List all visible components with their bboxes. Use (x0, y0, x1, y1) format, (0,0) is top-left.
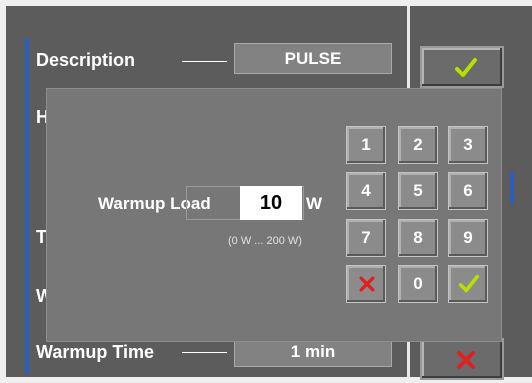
green-check-icon (458, 273, 480, 295)
green-check-icon (454, 56, 478, 80)
frame-border-left (0, 0, 6, 383)
description-leader-line (182, 61, 227, 62)
keypad-key-2[interactable]: 2 (398, 126, 438, 164)
keypad-key-7[interactable]: 7 (346, 219, 386, 257)
warmup-load-range-hint: (0 W ... 200 W) (228, 235, 302, 247)
keypad-key-6[interactable]: 6 (448, 172, 488, 210)
description-value[interactable]: PULSE (234, 43, 392, 74)
keypad-cancel-key[interactable] (346, 265, 386, 303)
warmup-time-leader-line (182, 352, 227, 353)
keypad-key-3[interactable]: 3 (448, 126, 488, 164)
red-x-icon (357, 274, 377, 294)
keypad-ok-key[interactable] (448, 265, 488, 303)
warmup-time-label: Warmup Time (36, 342, 155, 362)
keypad-key-9[interactable]: 9 (448, 219, 488, 257)
frame-border-top (0, 0, 532, 6)
keypad-key-5[interactable]: 5 (398, 172, 438, 210)
cancel-button[interactable] (420, 338, 504, 380)
settings-accent-bar (25, 38, 29, 374)
keypad-key-1[interactable]: 1 (346, 126, 386, 164)
warmup-load-unit: W (306, 194, 323, 213)
keypad-key-0[interactable]: 0 (398, 265, 438, 303)
warmup-load-input[interactable]: 10 (240, 186, 302, 220)
description-label: Description (36, 50, 136, 70)
side-accent-bar (510, 172, 514, 204)
confirm-button[interactable] (420, 46, 504, 88)
keypad-key-4[interactable]: 4 (346, 172, 386, 210)
keypad-key-8[interactable]: 8 (398, 219, 438, 257)
red-x-icon (454, 348, 478, 372)
